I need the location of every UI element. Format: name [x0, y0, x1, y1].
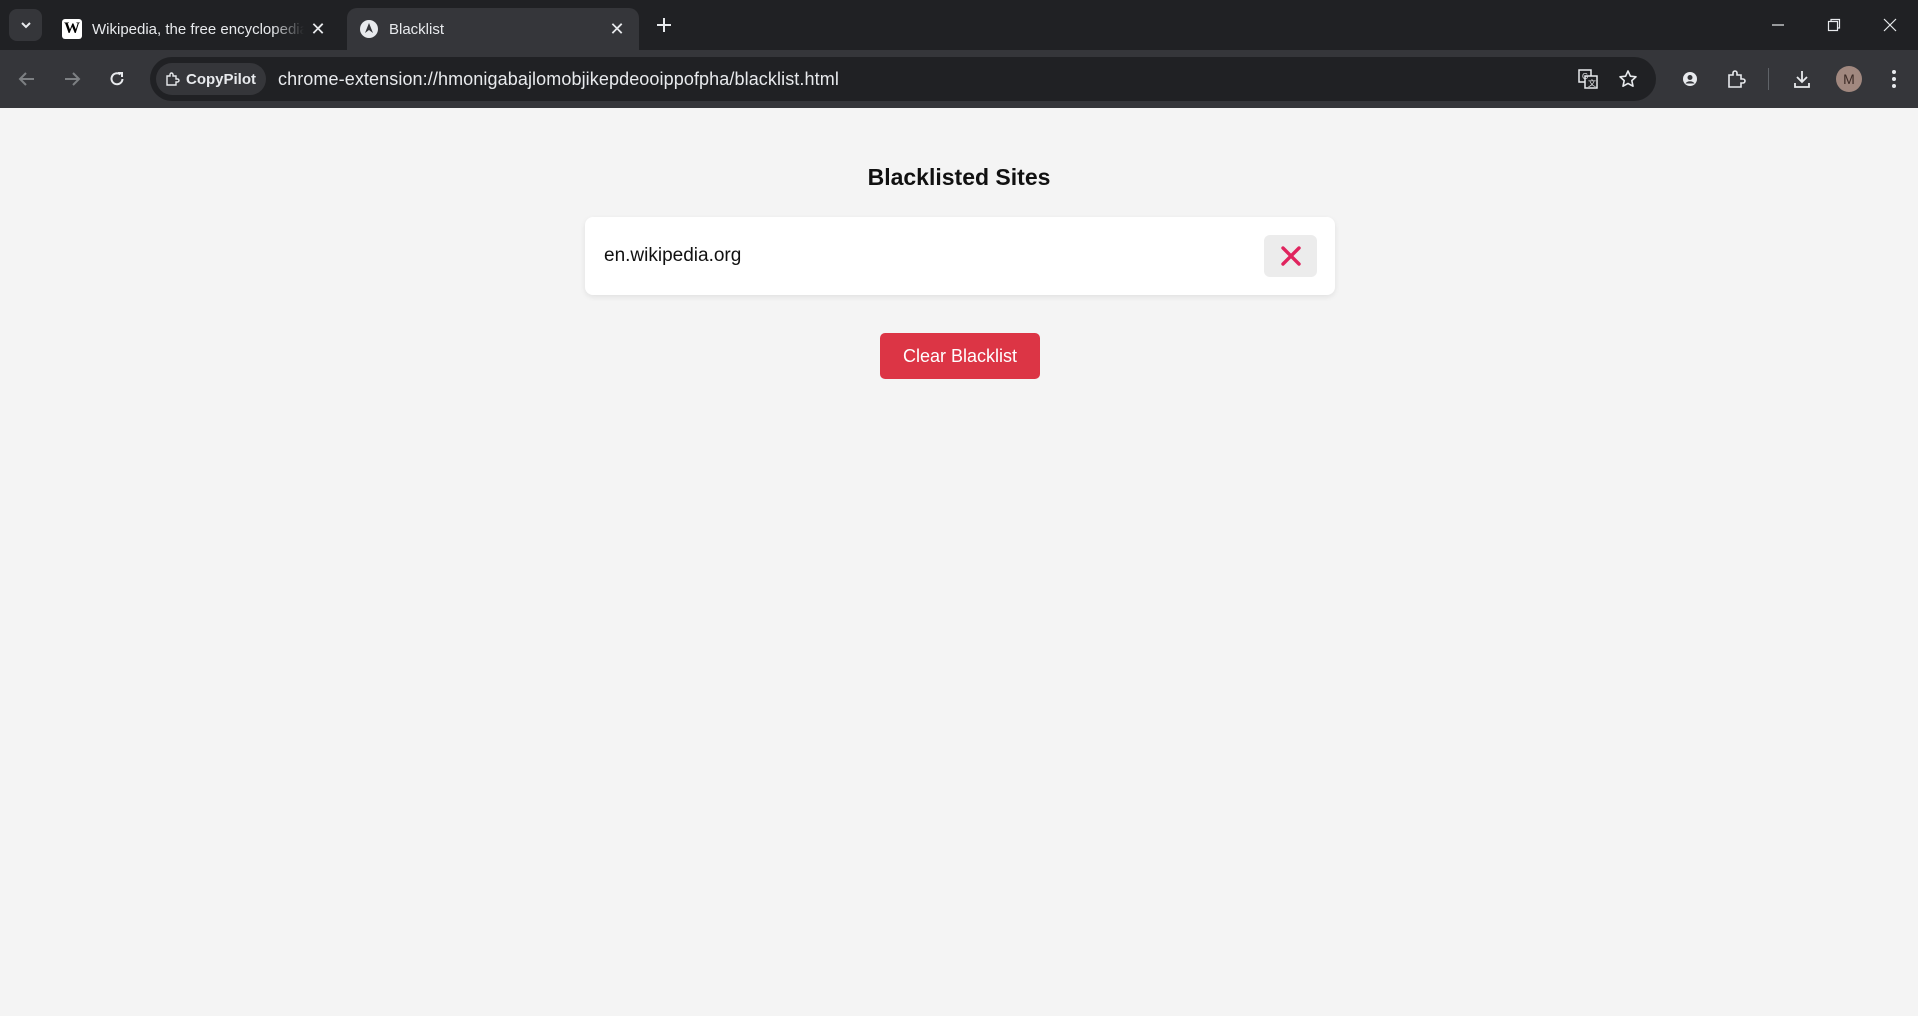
arrow-left-icon: [18, 72, 34, 86]
reload-icon: [110, 72, 124, 86]
list-item: en.wikipedia.org: [585, 217, 1335, 295]
forward-button[interactable]: [56, 63, 88, 95]
address-bar[interactable]: CopyPilot chrome-extension://hmonigabajl…: [150, 57, 1656, 101]
restore-button[interactable]: [1806, 0, 1862, 50]
close-icon: [1280, 246, 1301, 266]
svg-text:文: 文: [1588, 78, 1596, 88]
translate-icon: G文: [1578, 69, 1598, 89]
close-icon: [1883, 18, 1897, 32]
account-circle-icon: [1683, 72, 1697, 86]
url-text: chrome-extension://hmonigabajlomobjikepd…: [278, 68, 839, 89]
close-icon[interactable]: ✕: [304, 15, 332, 43]
tab-wikipedia[interactable]: W Wikipedia, the free encyclopedia ✕: [50, 8, 340, 50]
menu-button[interactable]: [1878, 63, 1910, 95]
plus-icon: [657, 18, 671, 32]
new-tab-button[interactable]: [650, 11, 678, 39]
more-vert-icon: [1892, 70, 1896, 88]
extension-icon: [359, 19, 379, 39]
tab-strip: W Wikipedia, the free encyclopedia ✕ Bla…: [0, 0, 1918, 50]
extension-chip-label: CopyPilot: [186, 70, 256, 88]
puzzle-icon: [166, 72, 180, 86]
remove-site-button[interactable]: [1264, 235, 1317, 277]
tab-title: Wikipedia, the free encyclopedia: [92, 20, 304, 38]
reload-button[interactable]: [101, 63, 133, 95]
toolbar-divider: [1768, 68, 1769, 90]
restore-icon: [1827, 18, 1841, 32]
arrow-right-icon: [65, 72, 81, 86]
close-window-button[interactable]: [1862, 0, 1918, 50]
avatar[interactable]: M: [1836, 66, 1862, 92]
download-icon: [1794, 71, 1810, 88]
extension-action-button[interactable]: [1674, 63, 1706, 95]
extension-chip[interactable]: CopyPilot: [156, 63, 266, 95]
extensions-menu-button[interactable]: [1720, 63, 1752, 95]
minimize-button[interactable]: [1750, 0, 1806, 50]
wikipedia-icon: W: [62, 19, 82, 39]
translate-button[interactable]: G文: [1572, 63, 1604, 95]
page-title: Blacklisted Sites: [867, 164, 1051, 190]
puzzle-icon: [1728, 70, 1746, 88]
chevron-down-icon: [20, 22, 31, 29]
minimize-icon: [1772, 24, 1784, 26]
close-icon[interactable]: ✕: [603, 15, 631, 43]
browser-toolbar: CopyPilot chrome-extension://hmonigabajl…: [0, 50, 1918, 108]
clear-blacklist-button[interactable]: Clear Blacklist: [880, 333, 1040, 379]
site-domain: en.wikipedia.org: [604, 245, 742, 266]
downloads-button[interactable]: [1786, 63, 1818, 95]
back-button[interactable]: [11, 63, 43, 95]
bookmark-button[interactable]: [1612, 63, 1644, 95]
page-content: Blacklisted Sites en.wikipedia.org Clear…: [0, 108, 1918, 1016]
tab-search-button[interactable]: [9, 9, 42, 41]
tab-title: Blacklist: [389, 20, 445, 38]
star-icon: [1619, 70, 1637, 87]
tab-blacklist[interactable]: Blacklist ✕: [347, 8, 639, 50]
